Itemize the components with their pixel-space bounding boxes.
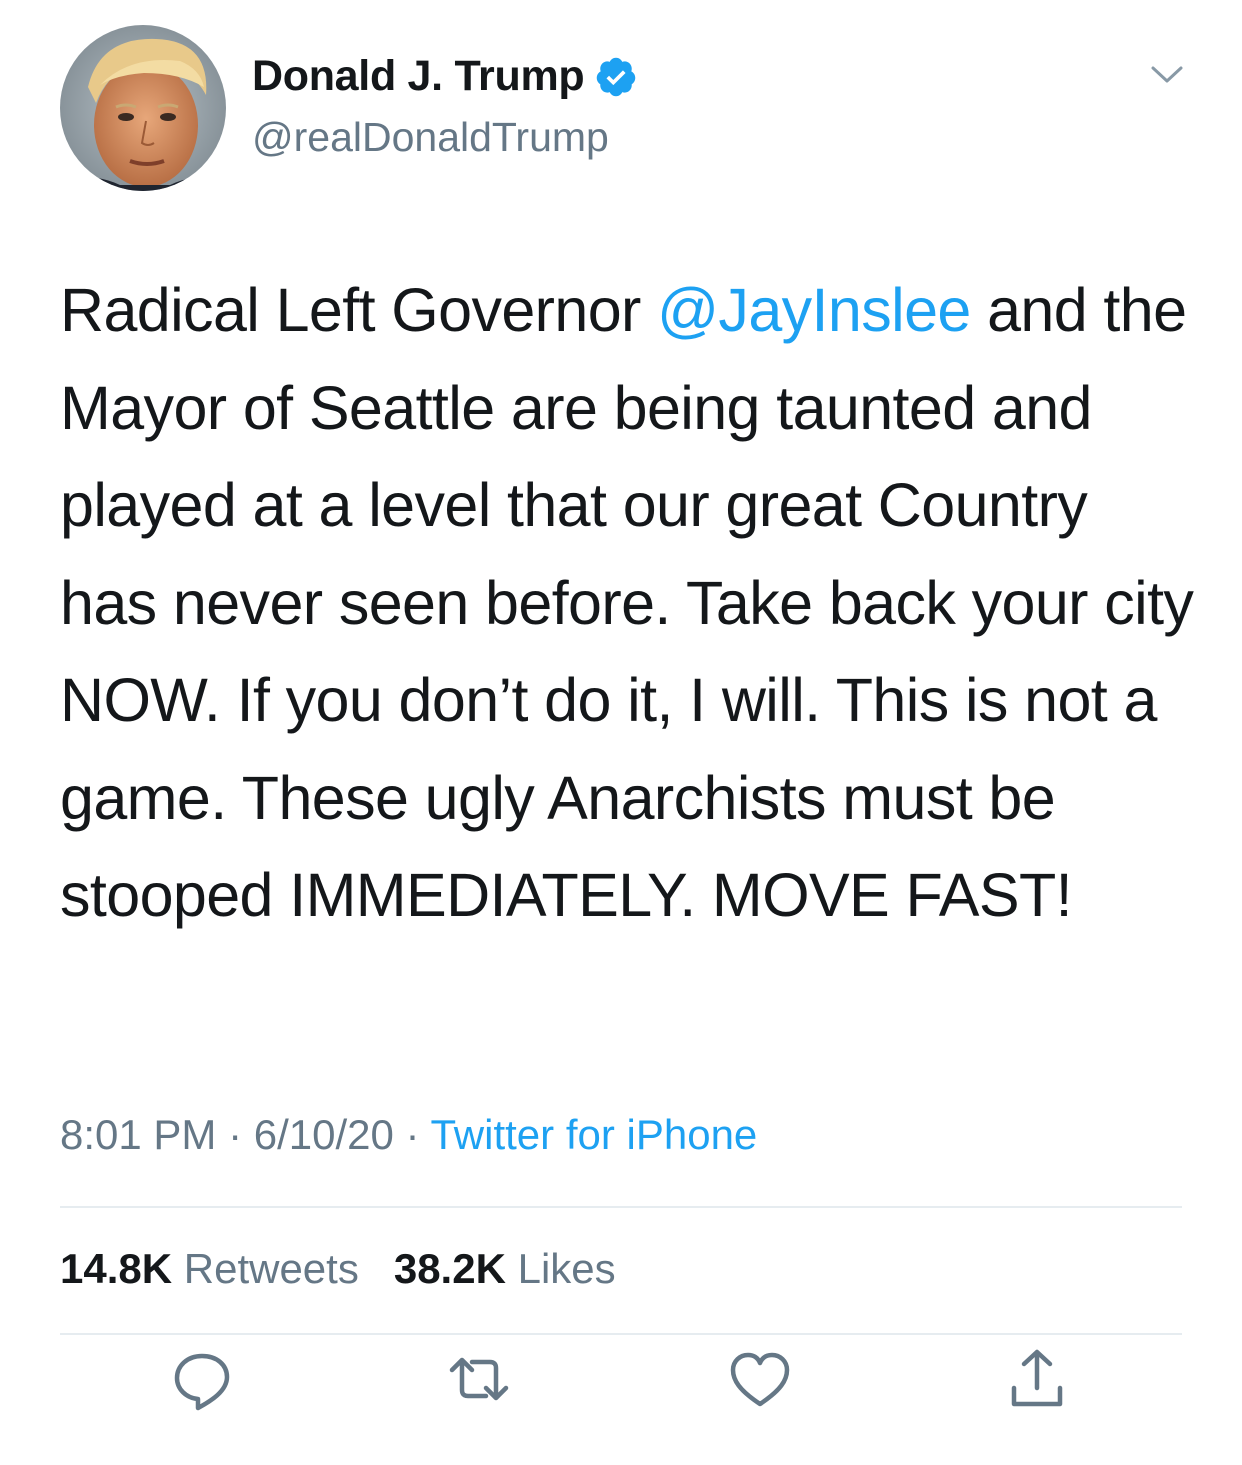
tweet-meta: 8:01 PM · 6/10/20 · Twitter for iPhone bbox=[60, 1111, 757, 1159]
retweet-icon[interactable] bbox=[444, 1344, 514, 1414]
profile-photo-icon bbox=[60, 25, 226, 191]
tweet-stats: 14.8K Retweets 38.2K Likes bbox=[60, 1245, 616, 1293]
tweet-date: 6/10/20 bbox=[253, 1111, 394, 1158]
likes-stat[interactable]: 38.2K Likes bbox=[394, 1245, 616, 1292]
display-name[interactable]: Donald J. Trump bbox=[252, 52, 585, 101]
retweets-count: 14.8K bbox=[60, 1245, 173, 1292]
tweet-time: 8:01 PM bbox=[60, 1111, 217, 1158]
tweet-text: Radical Left Governor @JayInslee and the… bbox=[60, 262, 1200, 945]
tweet-text-part: and the Mayor of Seattle are being taunt… bbox=[60, 276, 1194, 929]
heart-icon[interactable] bbox=[725, 1344, 795, 1414]
divider bbox=[60, 1333, 1182, 1335]
avatar[interactable] bbox=[60, 25, 226, 191]
reply-icon[interactable] bbox=[167, 1344, 237, 1414]
share-icon[interactable] bbox=[1002, 1344, 1072, 1414]
mention-link[interactable]: @JayInslee bbox=[657, 276, 971, 344]
author-name-row[interactable]: Donald J. Trump bbox=[252, 52, 638, 101]
chevron-down-icon[interactable] bbox=[1148, 56, 1186, 94]
likes-label: Likes bbox=[517, 1245, 616, 1292]
divider bbox=[60, 1206, 1182, 1208]
author-handle[interactable]: @realDonaldTrump bbox=[252, 114, 609, 161]
tweet-source-link[interactable]: Twitter for iPhone bbox=[430, 1111, 757, 1158]
meta-separator: · bbox=[393, 1111, 431, 1158]
tweet-text-part: Radical Left Governor bbox=[60, 276, 658, 344]
verified-badge-icon bbox=[597, 57, 636, 96]
retweets-stat[interactable]: 14.8K Retweets bbox=[60, 1245, 359, 1292]
tweet-detail: Donald J. Trump @realDonaldTrump Radical… bbox=[0, 0, 1242, 1465]
retweets-label: Retweets bbox=[183, 1245, 359, 1292]
meta-separator: · bbox=[216, 1111, 254, 1158]
likes-count: 38.2K bbox=[393, 1245, 506, 1292]
